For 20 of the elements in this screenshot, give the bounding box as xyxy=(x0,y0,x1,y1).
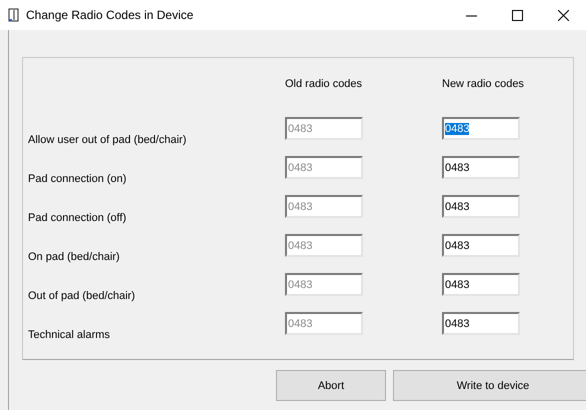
column-header: Old radio codes xyxy=(285,78,362,90)
new-code-field[interactable]: 0483 xyxy=(442,312,520,335)
column-header: New radio codes xyxy=(442,78,524,90)
new-code-field[interactable]: 0483 xyxy=(442,195,520,218)
new-code-field[interactable]: 0483 xyxy=(442,156,520,179)
write-button[interactable]: Write to device xyxy=(393,370,586,401)
window-icon xyxy=(8,8,20,22)
maximize-icon[interactable] xyxy=(512,10,522,20)
row-label: On pad (bed/chair) xyxy=(28,250,120,262)
row-label: Pad connection (off) xyxy=(28,210,126,224)
new-code-field[interactable]: 0483 xyxy=(442,117,520,140)
row-label: Out of pad (bed/chair) xyxy=(28,288,136,302)
row-label: Pad connection (on) xyxy=(28,172,126,184)
row-label: Allow user out of pad (bed/chair) xyxy=(28,132,186,146)
row-label: Technical alarms xyxy=(28,328,110,340)
new-code-field[interactable]: 0483 xyxy=(442,273,520,296)
abort-button[interactable]: Abort xyxy=(276,370,386,401)
window-title: Change Radio Codes in Device xyxy=(26,8,194,22)
new-code-field[interactable]: 0483 xyxy=(442,234,520,257)
close-icon[interactable] xyxy=(558,10,568,20)
